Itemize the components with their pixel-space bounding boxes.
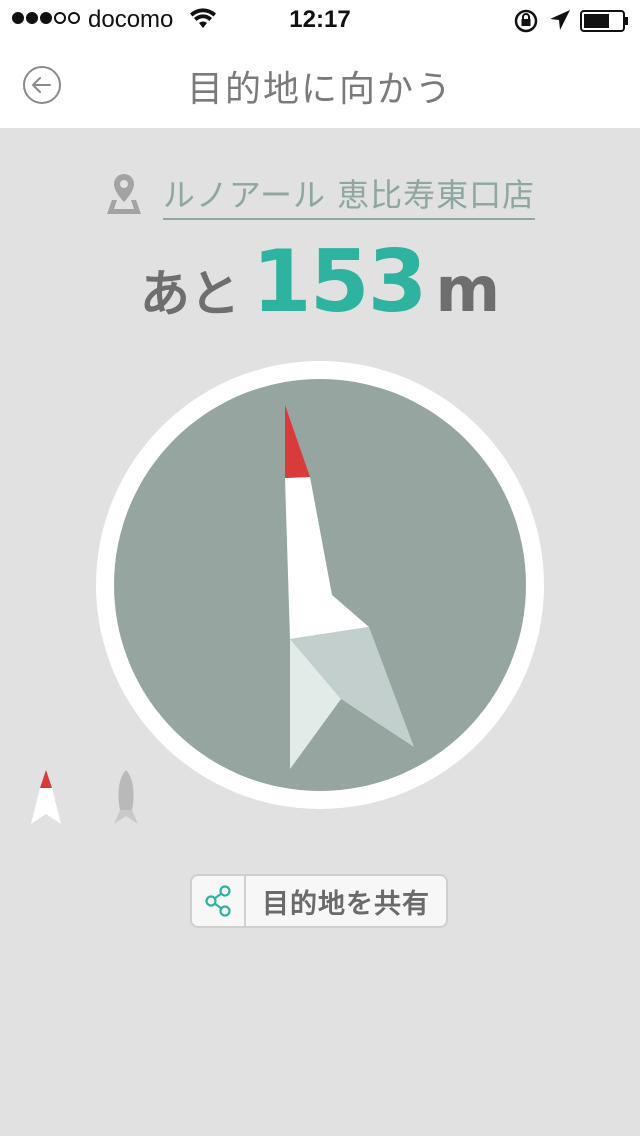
distance-unit: m (435, 253, 501, 326)
map-pin-icon (106, 174, 141, 214)
location-services-icon (550, 10, 570, 30)
app-screen: docomo 12:17 目的地に向かう ルノアール 恵比寿東口店 あと 153… (0, 0, 640, 1136)
compass-dial (96, 361, 544, 809)
page-title: 目的地に向かう (186, 69, 453, 110)
distance-readout: あと 153 m (0, 232, 640, 332)
rocket-icon[interactable] (112, 768, 140, 826)
battery-icon (580, 10, 628, 32)
share-icon (205, 885, 231, 917)
share-destination-button[interactable]: 目的地を共有 (190, 874, 448, 928)
distance-prefix: あと (139, 265, 240, 323)
destination-row: ルノアール 恵比寿東口店 (0, 170, 640, 220)
distance-value: 153 (251, 232, 428, 332)
share-button-label: 目的地を共有 (262, 888, 430, 920)
status-bar: docomo 12:17 (0, 0, 640, 40)
north-arrow-icon[interactable] (30, 768, 62, 826)
navigation-bar: 目的地に向かう (0, 40, 640, 128)
destination-link[interactable]: ルノアール 恵比寿東口店 (162, 170, 536, 220)
rotation-lock-icon (514, 9, 538, 33)
share-icon-cell (192, 876, 246, 926)
status-time: 12:17 (289, 6, 351, 33)
